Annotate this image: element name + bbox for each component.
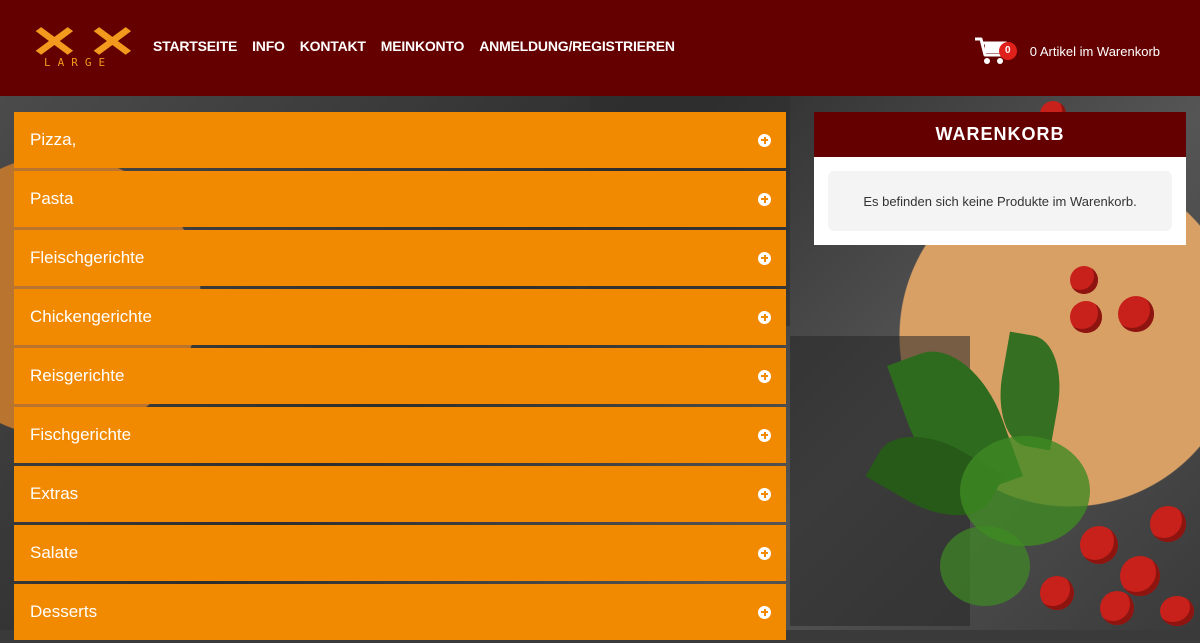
cart-panel-body: Es befinden sich keine Produkte im Waren… (814, 157, 1186, 245)
category-fleischgerichte[interactable]: Fleischgerichte (14, 230, 786, 286)
category-list: Pizza, Pasta Fleischgerichte Chickengeri… (14, 112, 786, 643)
nav-startseite[interactable]: STARTSEITE (153, 38, 237, 54)
category-pasta[interactable]: Pasta (14, 171, 786, 227)
category-label: Fleischgerichte (30, 248, 145, 267)
nav-info[interactable]: INFO (252, 38, 285, 54)
plus-circle-icon[interactable] (758, 369, 771, 383)
plus-circle-icon[interactable] (758, 133, 771, 147)
plus-circle-icon[interactable] (758, 546, 771, 560)
category-pizza[interactable]: Pizza, (14, 112, 786, 168)
main-navigation: STARTSEITE INFO KONTAKT MEINKONTO ANMELD… (153, 38, 675, 54)
category-label: Chickengerichte (30, 307, 152, 326)
category-fischgerichte[interactable]: Fischgerichte (14, 407, 786, 463)
cart-empty-message: Es befinden sich keine Produkte im Waren… (828, 171, 1172, 231)
category-label: Extras (30, 484, 79, 503)
category-label: Pizza, (30, 130, 77, 149)
nav-kontakt[interactable]: KONTAKT (300, 38, 366, 54)
cart-panel-header: WARENKORB (814, 112, 1186, 157)
category-desserts[interactable]: Desserts (14, 584, 786, 640)
category-label: Desserts (30, 602, 98, 621)
category-label: Fischgerichte (30, 425, 132, 444)
logo-mark: ✕ (87, 18, 138, 67)
category-salate[interactable]: Salate (14, 525, 786, 581)
cart-panel-title: WARENKORB (935, 124, 1065, 144)
plus-circle-icon[interactable] (758, 310, 771, 324)
category-chickengerichte[interactable]: Chickengerichte (14, 289, 786, 345)
nav-anmeldung-registrieren[interactable]: ANMELDUNG/REGISTRIEREN (479, 38, 675, 54)
logo-mark: ✕ (29, 18, 80, 67)
category-reisgerichte[interactable]: Reisgerichte (14, 348, 786, 404)
header-cart-link[interactable]: 0 0 Artikel im Warenkorb (974, 36, 1160, 66)
category-label: Salate (30, 543, 79, 562)
category-label: Pasta (30, 189, 74, 208)
plus-circle-icon[interactable] (758, 605, 771, 619)
category-label: Reisgerichte (30, 366, 125, 385)
shopping-cart-icon[interactable]: 0 (974, 36, 1017, 66)
brand-logo[interactable]: ✕ ✕ LARGE (24, 18, 138, 72)
nav-meinkonto[interactable]: MEINKONTO (381, 38, 465, 54)
plus-circle-icon[interactable] (758, 487, 771, 501)
logo-subtext: LARGE (44, 56, 113, 69)
cart-panel: WARENKORB Es befinden sich keine Produkt… (814, 112, 1186, 245)
site-header: ✕ ✕ LARGE STARTSEITE INFO KONTAKT MEINKO… (0, 0, 1200, 96)
plus-circle-icon[interactable] (758, 251, 771, 265)
cart-count-badge: 0 (998, 42, 1017, 60)
plus-circle-icon[interactable] (758, 192, 771, 206)
category-extras[interactable]: Extras (14, 466, 786, 522)
plus-circle-icon[interactable] (758, 428, 771, 442)
cart-summary-text[interactable]: 0 Artikel im Warenkorb (1030, 44, 1160, 59)
